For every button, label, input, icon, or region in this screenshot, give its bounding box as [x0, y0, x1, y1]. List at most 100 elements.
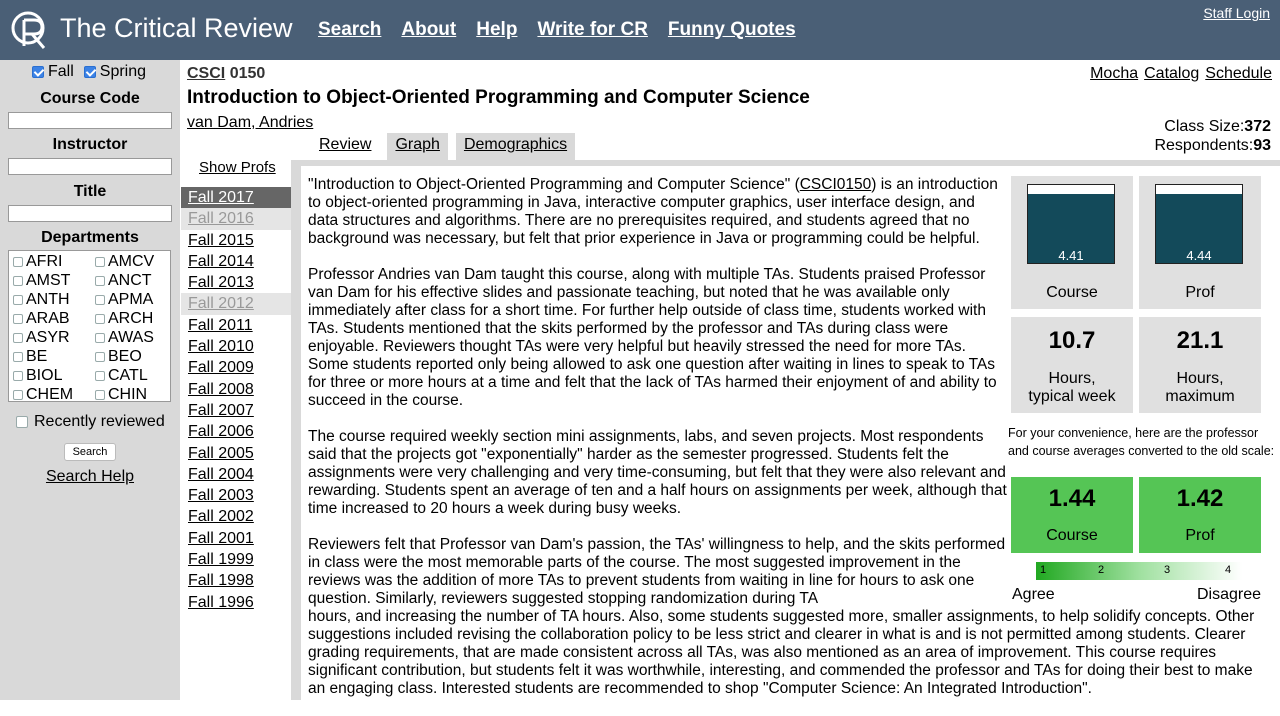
recently-reviewed-checkbox[interactable] [16, 416, 28, 428]
semester-item[interactable]: Fall 2002 [181, 506, 291, 527]
department-checkbox[interactable] [13, 370, 23, 381]
department-checkbox[interactable] [13, 389, 23, 400]
semester-item[interactable]: Fall 2007 [181, 400, 291, 421]
semester-list: Fall 2017 Fall 2016 Fall 2015 Fall 2014 Fall… [181, 187, 291, 613]
course-title: Introduction to Object-Oriented Programm… [187, 87, 810, 108]
agree-scale-bar: 1 2 3 4 [1036, 562, 1242, 580]
semester-item[interactable]: Fall 2017 [181, 187, 291, 209]
review-paragraph: "Introduction to Object-Oriented Program… [308, 176, 1008, 248]
semester-item[interactable]: Fall 2010 [181, 336, 291, 357]
semester-item[interactable]: Fall 2001 [181, 528, 291, 549]
agree-label: Agree [1012, 586, 1055, 603]
semester-item[interactable]: Fall 2008 [181, 379, 291, 400]
course-code-link[interactable]: CSCI0150 [800, 176, 872, 193]
search-help-link[interactable]: Search Help [0, 468, 180, 486]
tab-demographics[interactable]: Demographics [455, 133, 576, 160]
department-checkbox[interactable] [95, 389, 105, 400]
instructor-input[interactable] [8, 158, 172, 175]
department-item[interactable]: AMCV [91, 252, 170, 271]
department-checkbox[interactable] [13, 275, 23, 286]
department-checkbox[interactable] [13, 332, 23, 343]
semester-item[interactable]: Fall 2012 [181, 293, 291, 315]
department-checkbox[interactable] [13, 256, 23, 267]
instructor-link[interactable]: van Dam, Andries [187, 114, 313, 132]
department-item[interactable]: CHEM [9, 385, 91, 401]
hours-max-label-line1: Hours, [1176, 370, 1224, 387]
course-score-bar: 4.41 [1027, 184, 1115, 264]
review-paragraph: Professor Andries van Dam taught this co… [308, 266, 997, 409]
department-checkbox[interactable] [13, 313, 23, 324]
department-checkbox[interactable] [95, 275, 105, 286]
semester-item[interactable]: Fall 2009 [181, 357, 291, 378]
schedule-link[interactable]: Schedule [1205, 65, 1272, 83]
semester-item[interactable]: Fall 2004 [181, 464, 291, 485]
department-item[interactable]: AWAS [91, 328, 170, 347]
department-checkbox[interactable] [95, 313, 105, 324]
department-item[interactable]: CHIN [91, 385, 170, 401]
semester-item[interactable]: Fall 2016 [181, 208, 291, 230]
department-checkbox[interactable] [13, 351, 23, 362]
title-input[interactable] [8, 205, 172, 222]
department-item[interactable]: BIOL [9, 366, 91, 385]
nav-write-for-cr[interactable]: Write for CR [537, 19, 647, 41]
scale-tick: 1 [1040, 564, 1047, 576]
department-checkbox[interactable] [13, 294, 23, 305]
mocha-link[interactable]: Mocha [1090, 65, 1138, 83]
department-item[interactable]: ARCH [91, 309, 170, 328]
department-item[interactable]: APMA [91, 290, 170, 309]
cr-logo[interactable] [10, 8, 52, 52]
catalog-link[interactable]: Catalog [1144, 65, 1199, 83]
department-label: AFRI [26, 253, 63, 270]
search-sidebar: Fall Spring Course Code Instructor Title… [0, 60, 180, 700]
nav-help[interactable]: Help [476, 19, 517, 41]
department-item[interactable]: AFRI [9, 252, 91, 271]
department-checkbox[interactable] [95, 332, 105, 343]
class-size-label: Class Size: [1164, 118, 1245, 135]
show-profs-link[interactable]: Show Profs [199, 159, 276, 176]
hours-typical-label-line2: typical week [1028, 388, 1116, 405]
tab-review[interactable]: Review [311, 133, 380, 160]
department-checkbox[interactable] [95, 370, 105, 381]
semester-item[interactable]: Fall 1996 [181, 592, 291, 613]
semester-item[interactable]: Fall 2006 [181, 421, 291, 442]
fall-checkbox[interactable] [32, 66, 44, 78]
department-label: ASYR [26, 329, 70, 346]
department-item[interactable]: CATL [91, 366, 170, 385]
department-checkbox[interactable] [95, 351, 105, 362]
department-item[interactable]: ASYR [9, 328, 91, 347]
hours-max-box: 21.1 Hours, maximum [1139, 317, 1261, 413]
course-code-input[interactable] [8, 112, 172, 129]
department-item[interactable]: AMST [9, 271, 91, 290]
search-button[interactable]: Search [64, 443, 116, 461]
prof-score-bar: 4.44 [1155, 184, 1243, 264]
site-header: The Critical Review Search About Help Wr… [0, 0, 1280, 60]
spring-checkbox[interactable] [83, 66, 96, 78]
staff-login-link[interactable]: Staff Login [1203, 5, 1270, 21]
prof-score-box: 4.44 Prof [1139, 176, 1261, 309]
semester-item[interactable]: Fall 2014 [181, 251, 291, 272]
department-checkbox[interactable] [95, 294, 105, 305]
semester-item[interactable]: Fall 1999 [181, 549, 291, 570]
semester-item[interactable]: Fall 2015 [181, 230, 291, 251]
nav-funny-quotes[interactable]: Funny Quotes [668, 19, 796, 41]
semester-item[interactable]: Fall 1998 [181, 570, 291, 591]
department-item[interactable]: BE [9, 347, 91, 366]
semester-item[interactable]: Fall 2005 [181, 443, 291, 464]
department-label: ARAB [26, 310, 70, 327]
semester-item[interactable]: Fall 2003 [181, 485, 291, 506]
review-text: "Introduction to Object-Oriented Program… [308, 176, 1254, 716]
course-dept-link[interactable]: CSCI [187, 65, 225, 82]
department-item[interactable]: ANCT [91, 271, 170, 290]
tab-graph[interactable]: Graph [387, 133, 448, 160]
nav-about[interactable]: About [401, 19, 456, 41]
departments-list[interactable]: AFRI AMCV AMST ANCT ANTH APMA ARAB ARCH ASYR AWAS… [8, 250, 171, 402]
semester-item[interactable]: Fall 2011 [181, 315, 291, 336]
department-item[interactable]: BEO [91, 347, 170, 366]
semester-item[interactable]: Fall 2013 [181, 272, 291, 293]
department-item[interactable]: ARAB [9, 309, 91, 328]
department-label: AMST [26, 272, 71, 289]
department-item[interactable]: ANTH [9, 290, 91, 309]
nav-search[interactable]: Search [318, 19, 381, 41]
site-title[interactable]: The Critical Review [60, 13, 293, 44]
department-checkbox[interactable] [95, 256, 105, 267]
